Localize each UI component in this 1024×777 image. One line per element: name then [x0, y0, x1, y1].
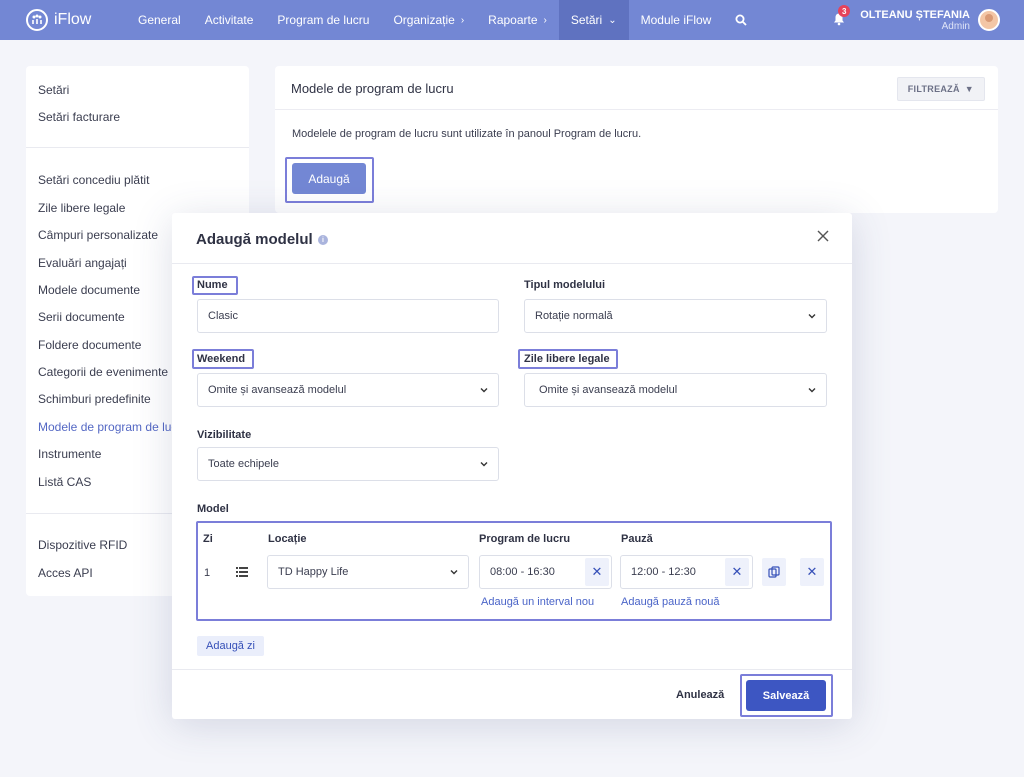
user-area: 3 OLTEANU ȘTEFANIA Admin: [832, 0, 1000, 40]
search-icon[interactable]: [723, 0, 759, 40]
add-day-button[interactable]: Adaugă zi: [197, 636, 264, 656]
weekend-select[interactable]: Omite și avansează modelul: [197, 373, 499, 407]
add-break-link[interactable]: Adaugă pauză nouă: [621, 596, 719, 608]
nav-module-iflow[interactable]: Module iFlow: [629, 0, 724, 40]
add-interval-link[interactable]: Adaugă un interval nou: [481, 596, 594, 608]
nav-activitate[interactable]: Activitate: [193, 0, 266, 40]
visibility-label: Vizibilitate: [197, 429, 252, 441]
main-panel: Modele de program de lucru FILTREAZĂ ▼ M…: [275, 66, 998, 213]
notifications-bell[interactable]: 3: [832, 5, 851, 28]
nav-setari[interactable]: Setări ⌄: [558, 0, 629, 40]
chevron-down-icon: [480, 462, 488, 467]
holidays-value: Omite și avansează modelul: [539, 384, 678, 396]
user-menu[interactable]: OLTEANU ȘTEFANIA Admin: [860, 9, 970, 32]
cancel-button[interactable]: Anulează: [676, 689, 724, 701]
sidebar-item-setari-facturare[interactable]: Setări facturare: [38, 110, 248, 124]
schedule-interval-value: 08:00 - 16:30: [490, 566, 555, 578]
main-nav: General Activitate Program de lucru Orga…: [126, 0, 759, 40]
column-header-day: Zi: [203, 533, 213, 545]
page-description: Modelele de program de lucru sunt utiliz…: [292, 128, 642, 140]
location-select[interactable]: TD Happy Life: [267, 555, 469, 589]
nav-label: Organizație: [393, 13, 455, 27]
chevron-down-icon: [480, 388, 488, 393]
column-header-break: Pauză: [621, 533, 653, 545]
filter-label: FILTREAZĂ: [907, 84, 960, 94]
holidays-select[interactable]: Omite și avansează modelul: [524, 373, 827, 407]
app-name: iFlow: [54, 11, 92, 28]
nav-general[interactable]: General: [126, 0, 193, 40]
column-header-schedule: Program de lucru: [479, 533, 571, 545]
chevron-down-icon: [450, 570, 458, 575]
location-value: TD Happy Life: [278, 566, 349, 578]
close-icon[interactable]: [816, 229, 830, 243]
break-interval-value: 12:00 - 12:30: [631, 566, 696, 578]
chevron-down-icon: [808, 314, 816, 319]
sidebar-item-setari[interactable]: Setări: [38, 83, 248, 97]
dialog-footer-divider: [172, 669, 852, 670]
chevron-right-icon: ›: [543, 14, 547, 26]
duplicate-day-button[interactable]: [762, 558, 786, 586]
chevron-down-icon: [808, 388, 816, 393]
weekend-label: Weekend: [197, 353, 246, 365]
type-label: Tipul modelului: [524, 279, 606, 291]
model-type-select[interactable]: Rotație normală: [524, 299, 827, 333]
nav-rapoarte[interactable]: Rapoarte ›: [476, 0, 559, 40]
close-icon: ✕: [591, 564, 603, 579]
model-type-value: Rotație normală: [535, 310, 613, 322]
visibility-value: Toate echipele: [208, 458, 279, 470]
funnel-icon: ▼: [964, 84, 974, 94]
notification-count-badge: 3: [838, 5, 851, 17]
nav-program-de-lucru[interactable]: Program de lucru: [265, 0, 381, 40]
filter-button[interactable]: FILTREAZĂ ▼: [896, 77, 985, 101]
sidebar-item-concediu[interactable]: Setări concediu plătit: [38, 173, 248, 187]
column-header-location: Locație: [268, 533, 307, 545]
logo-icon: [26, 9, 48, 31]
name-field[interactable]: Clasic: [197, 299, 499, 333]
visibility-select[interactable]: Toate echipele: [197, 447, 499, 481]
divider: [275, 109, 998, 110]
page-title: Modele de program de lucru: [291, 81, 454, 96]
dialog-header-divider: [172, 263, 852, 264]
sidebar-divider: [26, 147, 249, 148]
day-number: 1: [204, 567, 211, 579]
close-icon: ✕: [731, 564, 743, 579]
close-icon: ✕: [806, 564, 818, 579]
save-button[interactable]: Salvează: [746, 680, 826, 711]
copy-icon: [768, 566, 780, 578]
info-icon[interactable]: i: [318, 235, 328, 245]
chevron-down-icon: ⌄: [608, 14, 617, 26]
app-logo[interactable]: iFlow: [26, 9, 126, 31]
user-name: OLTEANU ȘTEFANIA: [860, 8, 970, 21]
remove-day-button[interactable]: ✕: [800, 558, 824, 586]
nav-label: Rapoarte: [488, 13, 538, 27]
remove-interval-button[interactable]: ✕: [585, 558, 609, 586]
nav-label: General: [138, 13, 181, 27]
nav-label: Setări: [570, 13, 603, 27]
nav-organizatie[interactable]: Organizație ›: [381, 0, 476, 40]
drag-handle-icon[interactable]: [236, 567, 248, 577]
nav-label: Activitate: [204, 13, 254, 27]
top-navigation-bar: iFlow General Activitate Program de lucr…: [0, 0, 1024, 40]
remove-break-button[interactable]: ✕: [725, 558, 749, 586]
nav-label: Program de lucru: [277, 13, 370, 27]
chevron-right-icon: ›: [460, 14, 465, 26]
holidays-label: Zile libere legale: [524, 353, 610, 365]
dialog-title: Adaugă modelul: [196, 231, 313, 248]
add-model-button[interactable]: Adaugă: [292, 163, 366, 194]
weekend-value: Omite și avansează modelul: [208, 384, 347, 396]
model-label: Model: [197, 503, 229, 515]
name-label: Nume: [197, 279, 228, 291]
name-value: Clasic: [208, 310, 238, 322]
user-role: Admin: [941, 20, 970, 32]
avatar[interactable]: [978, 9, 1000, 31]
nav-label: Module iFlow: [640, 13, 712, 27]
